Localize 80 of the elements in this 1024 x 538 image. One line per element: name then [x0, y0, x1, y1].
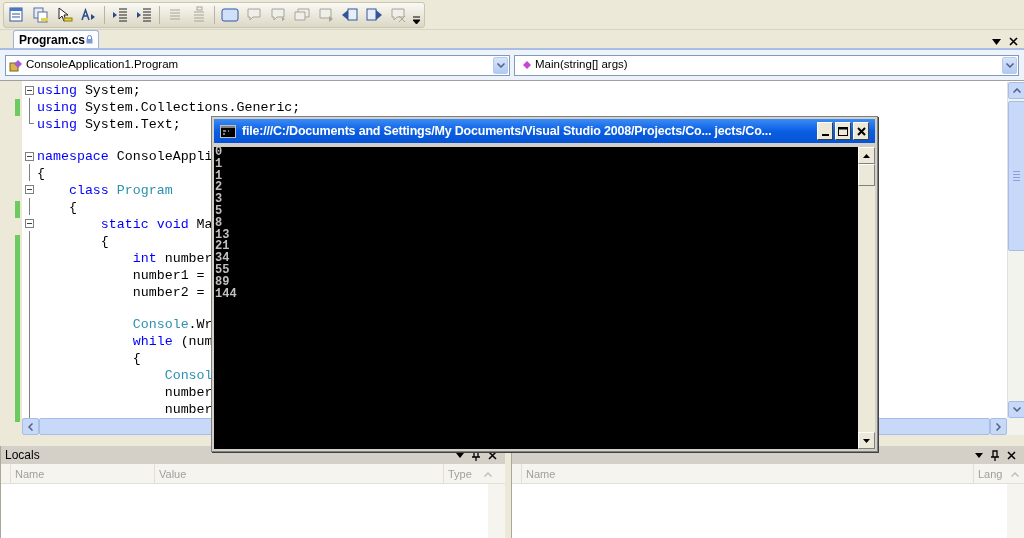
collapse-toggle[interactable]	[24, 218, 34, 228]
collapse-toggle[interactable]	[24, 185, 34, 195]
lock-icon	[86, 35, 94, 44]
console-output-line: 8	[215, 217, 223, 230]
vertical-scrollbar[interactable]	[1007, 82, 1024, 418]
dropdown-icon[interactable]	[992, 38, 1001, 45]
chevron-down-icon	[1012, 407, 1021, 412]
console-icon	[220, 124, 236, 138]
indent-icon[interactable]	[135, 5, 153, 24]
scroll-thumb[interactable]	[1008, 101, 1024, 251]
dropdown-icon[interactable]	[975, 452, 983, 458]
code-line: Console.Wr	[131, 316, 213, 333]
column-header[interactable]: Lang	[973, 464, 1006, 484]
code-line: int number	[131, 250, 213, 267]
pointer-icon[interactable]	[56, 5, 74, 24]
chevron-down-icon	[496, 62, 505, 68]
chevron-right-icon	[996, 422, 1001, 431]
column-header[interactable]: Value	[154, 464, 443, 484]
code-line: number	[163, 401, 213, 418]
class-icon	[9, 58, 25, 72]
type-combo-box[interactable]: ConsoleApplication1.Program	[5, 54, 510, 76]
code-line: {	[67, 199, 77, 216]
console-output-line: 3	[215, 194, 224, 206]
column-header[interactable]: Name	[10, 464, 154, 484]
maximize-button[interactable]	[835, 122, 851, 140]
code-line: {	[36, 165, 45, 182]
code-line: using System.Collections.Generic;	[36, 99, 301, 116]
code-line: using System;	[36, 82, 141, 99]
console-output-line: 144	[215, 288, 238, 301]
chevron-down-icon	[1005, 62, 1014, 68]
window-title: file:///C:/Documents and Settings/My Documents/Visual Studio 2008/Projects/Co... jects/Co...	[242, 122, 772, 140]
collapse-toggle[interactable]	[24, 152, 34, 161]
code-line: class Program	[67, 182, 173, 199]
maximize-icon	[838, 126, 848, 136]
close-button[interactable]	[853, 122, 869, 140]
console-output-line: 0	[215, 147, 224, 159]
pin-icon[interactable]	[991, 449, 999, 461]
vertical-scrollbar[interactable]	[488, 484, 505, 538]
triangle-up-icon	[863, 153, 870, 158]
close-icon	[856, 126, 866, 136]
code-line: Consol	[163, 367, 213, 384]
console-output-line: 5	[215, 206, 224, 218]
member-combo-box[interactable]: Main(string[] args)	[514, 54, 1019, 76]
close-icon[interactable]	[1009, 37, 1018, 46]
collapse-toggle[interactable]	[24, 86, 34, 95]
chevron-up-icon	[1010, 471, 1019, 477]
dropdown-button[interactable]	[1002, 56, 1017, 74]
chevron-left-icon	[28, 422, 33, 431]
rectangle-icon[interactable]	[221, 5, 239, 24]
document-tab[interactable]: Program.cs	[13, 30, 100, 48]
close-icon[interactable]	[488, 450, 497, 460]
console-output-line: 55	[215, 264, 231, 277]
back-icon[interactable]	[341, 5, 359, 24]
dropdown-button[interactable]	[493, 56, 508, 74]
outdent-icon[interactable]	[111, 5, 129, 24]
column-header[interactable]: Name	[521, 464, 973, 484]
minimize-icon	[821, 134, 829, 136]
code-line: number1 =	[131, 267, 205, 284]
console-output-line: 89	[215, 276, 230, 289]
column-header[interactable]: Type	[443, 464, 479, 484]
code-line: {	[131, 350, 141, 367]
vertical-scrollbar[interactable]	[1007, 484, 1024, 538]
code-line: namespace ConsoleAppli	[36, 148, 213, 165]
overflow-icon[interactable]	[413, 15, 420, 25]
code-line: number2 =	[131, 284, 205, 301]
chevron-up-icon	[1012, 88, 1021, 93]
code-line: number	[163, 384, 213, 401]
console-output-line: 34	[215, 253, 231, 265]
documents-icon[interactable]	[32, 5, 50, 24]
forward-icon[interactable]	[365, 5, 383, 24]
code-line: static void Ma	[99, 216, 213, 233]
code-line: using System.Text;	[36, 116, 181, 133]
code-line: {	[99, 233, 109, 250]
chevron-up-icon	[483, 471, 492, 477]
document-list-icon[interactable]	[8, 5, 26, 24]
close-icon[interactable]	[1007, 450, 1016, 460]
panel-title: Locals	[5, 447, 40, 464]
minimize-button[interactable]	[817, 122, 833, 140]
console-output-line: 1	[215, 158, 224, 171]
triangle-down-icon	[863, 438, 870, 443]
